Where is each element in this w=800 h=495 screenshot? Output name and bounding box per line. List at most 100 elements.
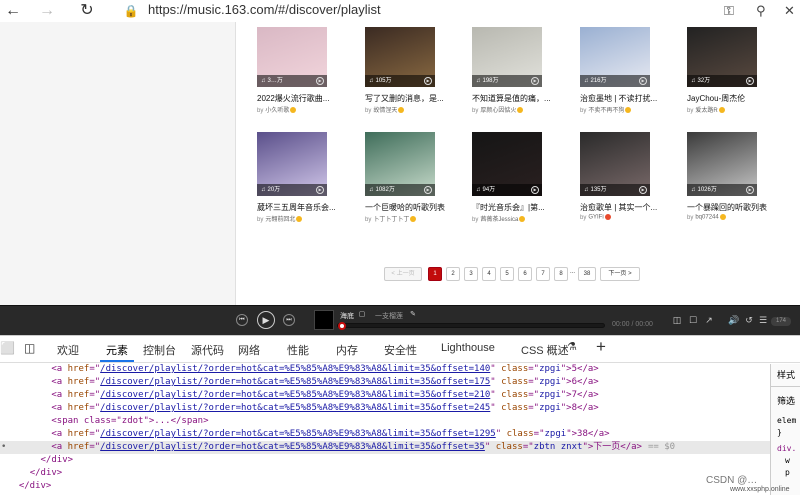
playlist-icon[interactable]: ☰ <box>758 315 768 325</box>
page-number-button[interactable]: 5 <box>500 267 514 281</box>
playlist-title[interactable]: 不知道算是值的痛，... <box>472 93 552 104</box>
styles-tab[interactable]: 样式 <box>777 368 795 381</box>
playlist-title[interactable]: 治愈墨地 | 不读打扰... <box>580 93 660 104</box>
author-link[interactable]: bq07244 <box>695 215 718 221</box>
playlist-cover[interactable]: ♫ 94万 ▶ <box>472 132 542 196</box>
progress-handle[interactable] <box>338 322 346 330</box>
playlist-cover[interactable]: ♫ 20万 ▶ <box>257 132 327 196</box>
dom-node-line[interactable]: <a href="/discover/playlist/?order=hot&c… <box>0 363 770 376</box>
playlist-title[interactable]: 写了又删的消息，是... <box>365 93 445 104</box>
styles-filter[interactable]: 筛选 <box>777 394 795 407</box>
play-icon[interactable]: ▶ <box>639 77 647 85</box>
playlist-card[interactable]: ♫ 216万 ▶ 治愈墨地 | 不读打扰... by 不卖不再不狗 <box>580 27 657 127</box>
dom-node-line[interactable]: • <a href="/discover/playlist/?order=hot… <box>0 441 770 454</box>
dom-node-menu-icon[interactable]: • <box>1 441 6 454</box>
playlist-title[interactable]: 一个巨暖哈的听歌列表 <box>365 202 445 213</box>
href-link[interactable]: /discover/playlist/?order=hot&cat=%E5%85… <box>100 390 490 400</box>
loop-icon[interactable]: ↺ <box>744 315 754 325</box>
page-number-button[interactable]: 6 <box>518 267 532 281</box>
playlist-card[interactable]: ♫ 20万 ▶ 葳坏三五周年音乐会... by 元翱前回北 <box>257 132 336 232</box>
author-link[interactable]: 小久听歌 <box>265 108 289 114</box>
playlist-cover[interactable]: ♫ 216万 ▶ <box>580 27 650 87</box>
play-icon[interactable]: ▶ <box>424 77 432 85</box>
playlist-count-badge[interactable]: 174 <box>771 317 791 326</box>
page-number-button[interactable]: 1 <box>428 267 442 281</box>
href-link[interactable]: /discover/playlist/?order=hot&cat=%E5%85… <box>100 403 490 413</box>
dom-node-line[interactable]: <span class="zdot">...</span> <box>0 415 770 428</box>
author-link[interactable]: 元翱前回北 <box>265 217 295 223</box>
dom-node-line[interactable]: <a href="/discover/playlist/?order=hot&c… <box>0 376 770 389</box>
devtools-tab[interactable]: 安全性 <box>384 342 417 358</box>
share-out-icon[interactable]: ↗ <box>704 315 714 325</box>
href-link[interactable]: /discover/playlist/?order=hot&cat=%E5%85… <box>100 429 496 439</box>
close-icon[interactable]: ✕ <box>784 3 795 19</box>
dom-node-line[interactable]: </div> <box>0 480 770 493</box>
dom-node-line[interactable]: </div> <box>0 467 770 480</box>
device-toggle-icon[interactable]: ◫ <box>24 341 35 355</box>
inspect-icon[interactable]: ⬜ <box>0 341 15 355</box>
page-number-button[interactable]: 3 <box>464 267 478 281</box>
playlist-title[interactable]: 葳坏三五周年音乐会... <box>257 202 337 213</box>
page-number-button[interactable]: 8 <box>554 267 568 281</box>
key-icon[interactable]: ⚿ <box>724 3 734 19</box>
devtools-tab[interactable]: CSS 概述 <box>521 342 569 358</box>
artist-name[interactable]: 一支榴莲 <box>375 311 403 321</box>
playlist-title[interactable]: 『时光音乐会』|第... <box>472 202 552 213</box>
page-number-button[interactable]: 7 <box>536 267 550 281</box>
author-link[interactable]: 卜丁卜丁卜丁 <box>373 217 409 223</box>
author-link[interactable]: 爱太路R <box>695 108 717 114</box>
dom-node-line[interactable]: <a href="/discover/playlist/?order=hot&c… <box>0 389 770 402</box>
collect-icon[interactable]: ☐ <box>688 315 698 325</box>
picture-in-picture-icon[interactable]: ◫ <box>672 315 682 325</box>
magnifier-icon[interactable]: ⚲ <box>756 3 766 19</box>
devtools-tab[interactable]: 控制台 <box>143 342 176 358</box>
playlist-title[interactable]: 2022爆火流行歌曲... <box>257 93 337 104</box>
playlist-title[interactable]: 一个暴躁回的听歌列表 <box>687 202 767 213</box>
playlist-cover[interactable]: ♫ 32万 ▶ <box>687 27 757 87</box>
volume-icon[interactable]: 🔊 <box>728 315 739 325</box>
devtools-tab[interactable]: 网络 <box>238 342 260 358</box>
song-title[interactable]: 海底 <box>340 311 354 321</box>
author-link[interactable]: 故情涅天 <box>373 108 397 114</box>
playlist-card[interactable]: ♫ 1082万 ▶ 一个巨暖哈的听歌列表 by 卜丁卜丁卜丁 <box>365 132 445 232</box>
devtools-tab[interactable]: 元素 <box>106 342 128 358</box>
author-link[interactable]: 厚颜心因惦火 <box>480 108 516 114</box>
devtools-tab[interactable]: Lighthouse <box>441 342 495 354</box>
dom-node-line[interactable]: </div> <box>0 454 770 467</box>
playlist-card[interactable]: ♫ 32万 ▶ JayChou-周杰伦 by 爱太路R <box>687 27 757 127</box>
mv-icon[interactable]: ▢ <box>357 310 367 320</box>
page-number-button[interactable]: 2 <box>446 267 460 281</box>
playlist-card[interactable]: ♫ 135万 ▶ 治愈歌单 | 其实一个... by GYIFi <box>580 132 657 232</box>
devtools-tab[interactable]: 源代码 <box>191 342 224 358</box>
reload-icon[interactable]: ↻ <box>78 2 96 20</box>
playlist-card[interactable]: ♫ 3…万 ▶ 2022爆火流行歌曲... by 小久听歌 <box>257 27 329 127</box>
playlist-cover[interactable]: ♫ 3…万 ▶ <box>257 27 327 87</box>
playlist-title[interactable]: 治愈歌单 | 其实一个... <box>580 202 660 213</box>
page-number-button[interactable]: 4 <box>482 267 496 281</box>
next-page-button[interactable]: 下一页 > <box>600 267 640 281</box>
play-icon[interactable]: ▶ <box>424 186 432 194</box>
address-bar[interactable]: https://music.163.com/#/discover/playlis… <box>148 2 381 17</box>
page-number-button[interactable]: 38 <box>578 267 596 281</box>
lock-icon[interactable]: 🔒 <box>122 2 140 20</box>
playlist-card[interactable]: ♫ 1026万 ▶ 一个暴躁回的听歌列表 by bq07244 <box>687 132 767 232</box>
play-icon[interactable]: ▶ <box>316 186 324 194</box>
progress-bar[interactable] <box>337 323 605 328</box>
author-link[interactable]: 茜薇茶Jessica <box>480 217 518 223</box>
author-link[interactable]: GYIFi <box>588 215 603 221</box>
author-link[interactable]: 不卖不再不狗 <box>588 108 624 114</box>
next-icon[interactable]: ⏭ <box>283 314 295 326</box>
play-icon[interactable]: ▶ <box>531 77 539 85</box>
href-link[interactable]: /discover/playlist/?order=hot&cat=%E5%85… <box>100 442 485 452</box>
dom-node-line[interactable]: <a href="/discover/playlist/?order=hot&c… <box>0 402 770 415</box>
play-icon[interactable]: ▶ <box>257 311 275 329</box>
play-icon[interactable]: ▶ <box>531 186 539 194</box>
prev-page-button[interactable]: < 上一页 <box>384 267 422 281</box>
share-icon[interactable]: ✎ <box>408 310 418 320</box>
prev-icon[interactable]: ⏮ <box>236 314 248 326</box>
href-link[interactable]: /discover/playlist/?order=hot&cat=%E5%85… <box>100 377 490 387</box>
playlist-cover[interactable]: ♫ 135万 ▶ <box>580 132 650 196</box>
playlist-cover[interactable]: ♫ 105万 ▶ <box>365 27 435 87</box>
playlist-cover[interactable]: ♫ 1026万 ▶ <box>687 132 757 196</box>
dom-node-line[interactable]: <a href="/discover/playlist/?order=hot&c… <box>0 428 770 441</box>
